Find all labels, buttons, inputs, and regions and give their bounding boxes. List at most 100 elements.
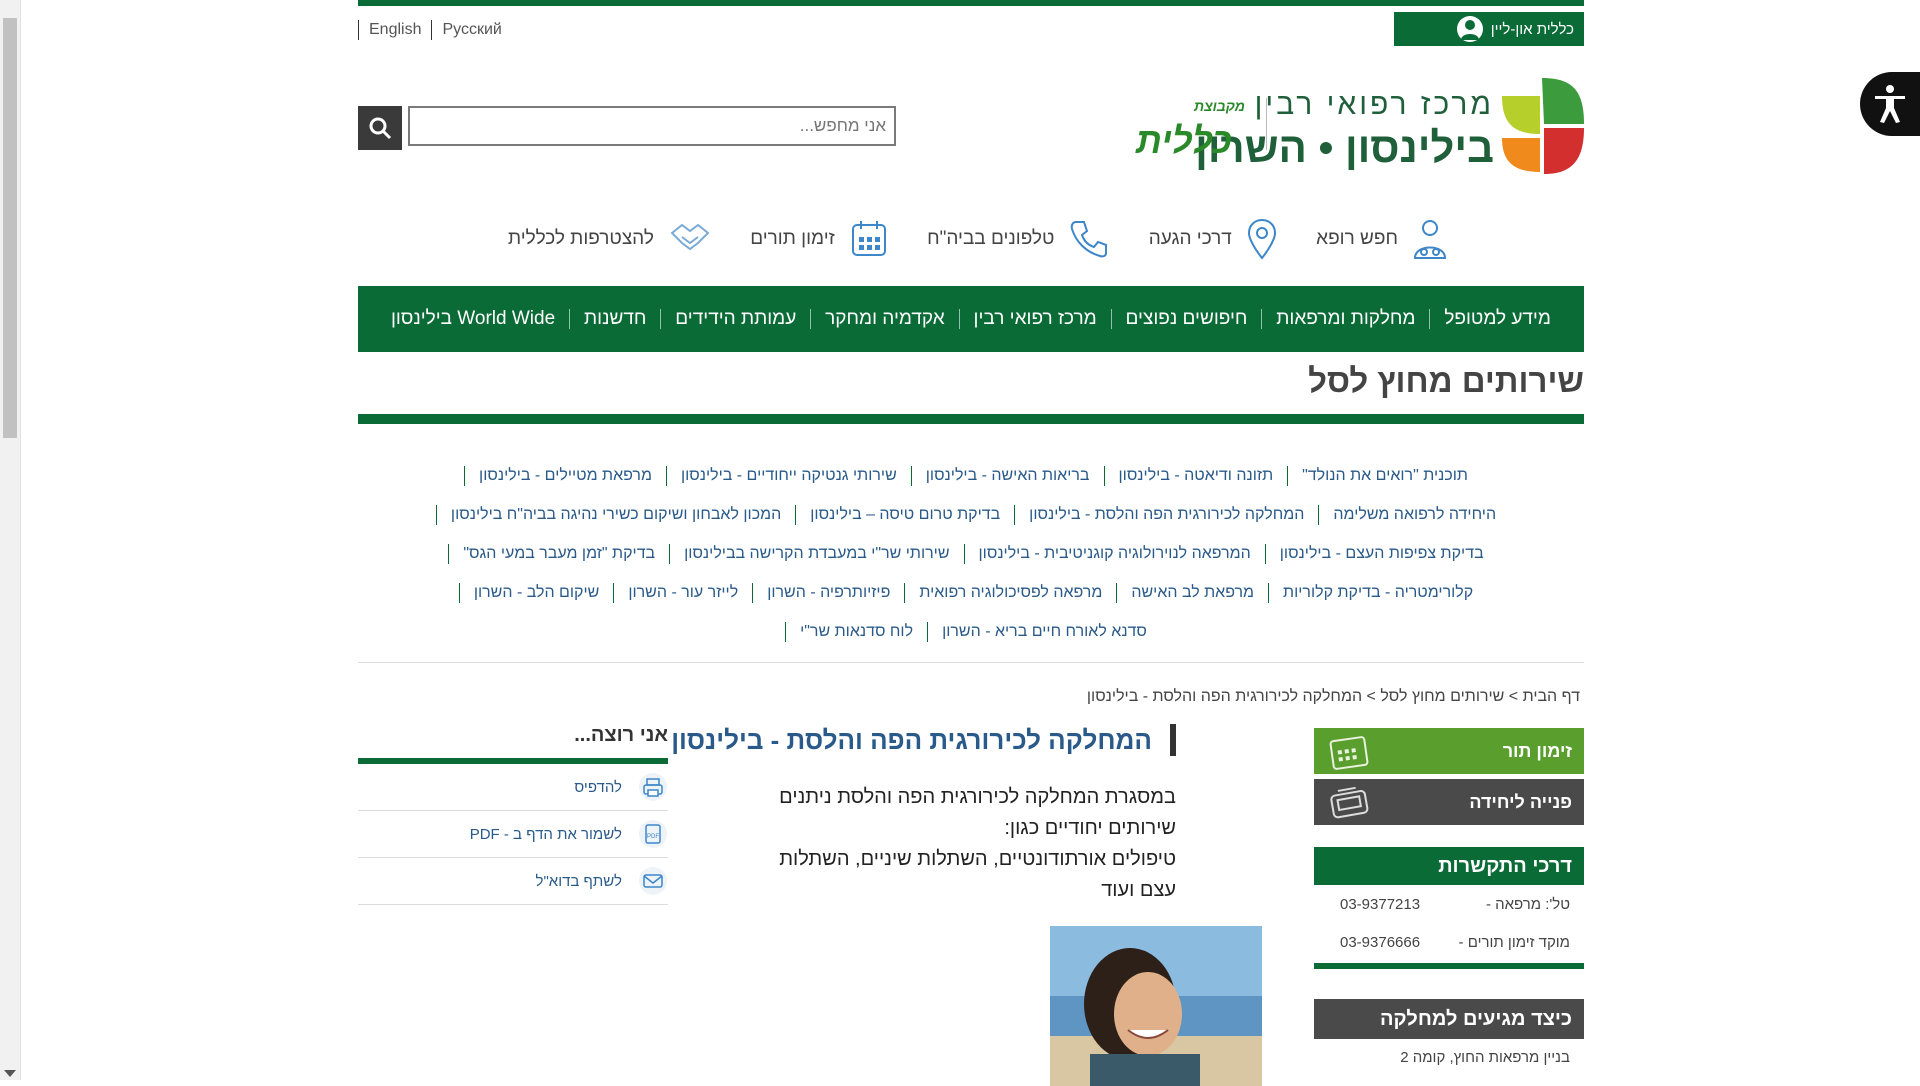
- nav-departments[interactable]: מחלקות ומרפאות: [1276, 308, 1415, 330]
- service-link[interactable]: קלורימטריה - בדיקת קלוריות: [1268, 582, 1487, 603]
- scrollbar-thumb[interactable]: [3, 18, 17, 438]
- search-input[interactable]: [408, 106, 896, 146]
- quicklink-find-doctor[interactable]: חפש רופא: [1316, 218, 1448, 260]
- contact-unit-label: פנייה ליחידה: [1469, 791, 1572, 812]
- nav-patient-info[interactable]: מידע למטופל: [1444, 308, 1551, 330]
- service-link[interactable]: מרפאה לפסיכולוגיה רפואית: [904, 582, 1116, 603]
- contact-divider: [1314, 963, 1584, 969]
- services-links: תוכנית "רואים את הנולד" תזונה ודיאטה - ב…: [388, 456, 1558, 651]
- section-title: שירותים מחוץ לסל: [1308, 362, 1584, 399]
- service-link[interactable]: תזונה ודיאטה - בילינסון: [1103, 465, 1288, 486]
- contact-row: מוקד זימון תורים - 03-9376666: [1314, 923, 1584, 961]
- appointment-button[interactable]: זימון תור: [1314, 728, 1584, 774]
- lang-english-link[interactable]: English: [358, 20, 431, 40]
- contact-label: מוקד זימון תורים -: [1458, 933, 1570, 951]
- right-sidebar: זימון תור פנייה ליחידה דרכי התקשרות טל':…: [1314, 728, 1584, 1076]
- services-row: תוכנית "רואים את הנולד" תזונה ודיאטה - ב…: [388, 456, 1558, 495]
- quicklink-directions[interactable]: דרכי הגעה: [1149, 218, 1278, 260]
- nav-separator: [1429, 309, 1431, 329]
- nav-academy-research[interactable]: אקדמיה ומחקר: [825, 308, 945, 330]
- search-icon: [369, 117, 392, 140]
- service-link[interactable]: מרפאת מטיילים - בילינסון: [464, 465, 666, 486]
- service-link[interactable]: לייזר עור - השרון: [613, 582, 752, 603]
- doctor-icon: [1413, 220, 1447, 259]
- i-want-title: אני רוצה...: [574, 724, 668, 746]
- search-button[interactable]: [358, 106, 402, 150]
- nav-common-searches[interactable]: חיפושים נפוצים: [1126, 308, 1248, 330]
- service-link[interactable]: שירותי גנטיקה ייחודיים - בילינסון: [665, 465, 911, 486]
- clalit-logo[interactable]: מקבוצת כללית: [1136, 98, 1266, 161]
- contact-phone[interactable]: 03-9376666: [1340, 934, 1420, 951]
- calendar-icon: [851, 221, 886, 256]
- contact-row: טל': מרפאה - 03-9377213: [1314, 885, 1584, 923]
- service-link[interactable]: תוכנית "רואים את הנולד": [1287, 465, 1482, 486]
- quick-links: להצטרפות לכללית זימון תורים טלפונים בביה…: [508, 214, 1448, 264]
- services-row: בדיקת צפיפות העצם - בילינסון המרפאה לנוי…: [388, 534, 1558, 573]
- service-link[interactable]: סדנא לאורח חיים בריא - השרון: [927, 621, 1161, 642]
- photo-illustration: [1050, 926, 1262, 1086]
- nav-beilinson-world-wide[interactable]: בילינסון World Wide: [391, 308, 555, 330]
- quicklink-join-clalit[interactable]: להצטרפות לכללית: [508, 219, 712, 259]
- scroll-down-arrow-icon[interactable]: [4, 1070, 16, 1077]
- save-pdf-label: לשמור את הדף ב - PDF: [469, 825, 622, 843]
- language-switcher: English Русский: [358, 20, 512, 40]
- top-accent-bar: [358, 0, 1584, 6]
- page-container: English Русский כללית און-ליין מרכז רפוא…: [358, 0, 1584, 1086]
- accessibility-icon: [1875, 85, 1905, 123]
- service-link[interactable]: המרפאה לנוירולוגיה קוגניטיבית - בילינסון: [963, 543, 1265, 564]
- contact-unit-button[interactable]: פנייה ליחידה: [1314, 779, 1584, 825]
- service-link[interactable]: היחידה לרפואה משלימה: [1318, 504, 1510, 525]
- service-link[interactable]: בריאות האישה - בילינסון: [910, 465, 1104, 486]
- clalit-online-button[interactable]: כללית און-ליין: [1394, 12, 1584, 46]
- clalit-name: כללית: [1136, 120, 1232, 161]
- nav-separator: [660, 309, 662, 329]
- search-bar: [358, 106, 898, 150]
- service-link[interactable]: פיזיותרפיה - השרון: [752, 582, 904, 603]
- vertical-scrollbar[interactable]: [0, 0, 21, 1080]
- pdf-icon: PDF: [639, 820, 667, 848]
- nav-rabin-center[interactable]: מרכז רפואי רבין: [974, 308, 1097, 330]
- accessibility-button[interactable]: [1860, 72, 1920, 136]
- appointment-label: זימון תור: [1502, 740, 1572, 761]
- print-action[interactable]: להדפיס: [358, 764, 668, 811]
- content-body: במסגרת המחלקה לכירורגית הפה והלסת ניתנים…: [756, 782, 1176, 906]
- lang-russian-link[interactable]: Русский: [431, 20, 511, 40]
- service-link[interactable]: המכון לאבחון ושיקום כשירי נהיגה בביה"ח ב…: [435, 504, 795, 525]
- service-link[interactable]: בדיקת טרום טיסה – בילינסון: [795, 504, 1014, 525]
- envelope-icon: [639, 867, 667, 895]
- phone-icon: [1071, 221, 1108, 258]
- quicklink-phones[interactable]: טלפונים בביה"ח: [927, 218, 1110, 260]
- save-pdf-action[interactable]: PDF לשמור את הדף ב - PDF: [358, 811, 668, 858]
- print-label: להדפיס: [574, 778, 622, 796]
- service-link[interactable]: שירותי שר"י במעבדת הקרישה בבילינסון: [669, 543, 963, 564]
- quicklink-label: דרכי הגעה: [1148, 228, 1232, 249]
- svg-text:PDF: PDF: [647, 834, 659, 840]
- breadcrumb[interactable]: דף הבית > שירותים מחוץ לסל > המחלקה לכיר…: [1087, 688, 1580, 706]
- phone-icon: [1330, 786, 1369, 819]
- service-link[interactable]: בדיקת "זמן מעבר במעי הגס": [448, 543, 669, 564]
- location-pin-icon: [1247, 218, 1276, 260]
- service-link[interactable]: מרפאת לב האישה: [1116, 582, 1268, 603]
- quicklink-appointments[interactable]: זימון תורים: [750, 219, 889, 259]
- contact-box-title: דרכי התקשרות: [1314, 847, 1584, 885]
- contact-phone[interactable]: 03-9377213: [1340, 896, 1420, 913]
- service-link[interactable]: המחלקה לכירורגית הפה והלסת - בילינסון: [1014, 504, 1318, 525]
- services-row: קלורימטריה - בדיקת קלוריות מרפאת לב האיש…: [388, 573, 1558, 612]
- content-paragraph: טיפולים אורתודונטיים, השתלות שיניים, השת…: [779, 848, 1176, 901]
- main-navigation: מידע למטופל מחלקות ומרפאות חיפושים נפוצי…: [358, 286, 1584, 352]
- service-link[interactable]: שיקום הלב - השרון: [458, 582, 614, 603]
- service-link[interactable]: בדיקת צפיפות העצם - בילינסון: [1264, 543, 1498, 564]
- contact-label: טל': מרפאה -: [1485, 895, 1570, 913]
- arrive-box-title: כיצד מגיעים למחלקה: [1314, 999, 1584, 1039]
- left-sidebar: אני רוצה... להדפיס PDF לשמור את הדף ב - …: [358, 724, 668, 905]
- department-photo: [1050, 926, 1262, 1086]
- nav-separator: [810, 309, 812, 329]
- service-link[interactable]: לוח סדנאות שר"י: [785, 621, 927, 642]
- nav-friends-association[interactable]: עמותת הידידים: [675, 308, 796, 330]
- quicklink-label: חפש רופא: [1316, 228, 1398, 249]
- nav-innovation[interactable]: חדשנות: [584, 308, 646, 330]
- clalit-group-label: מקבוצת: [1194, 98, 1245, 114]
- share-email-action[interactable]: לשתף בדוא"ל: [358, 858, 668, 905]
- content-paragraph: במסגרת המחלקה לכירורגית הפה והלסת ניתנים…: [779, 786, 1176, 839]
- logo-divider: [1266, 98, 1267, 150]
